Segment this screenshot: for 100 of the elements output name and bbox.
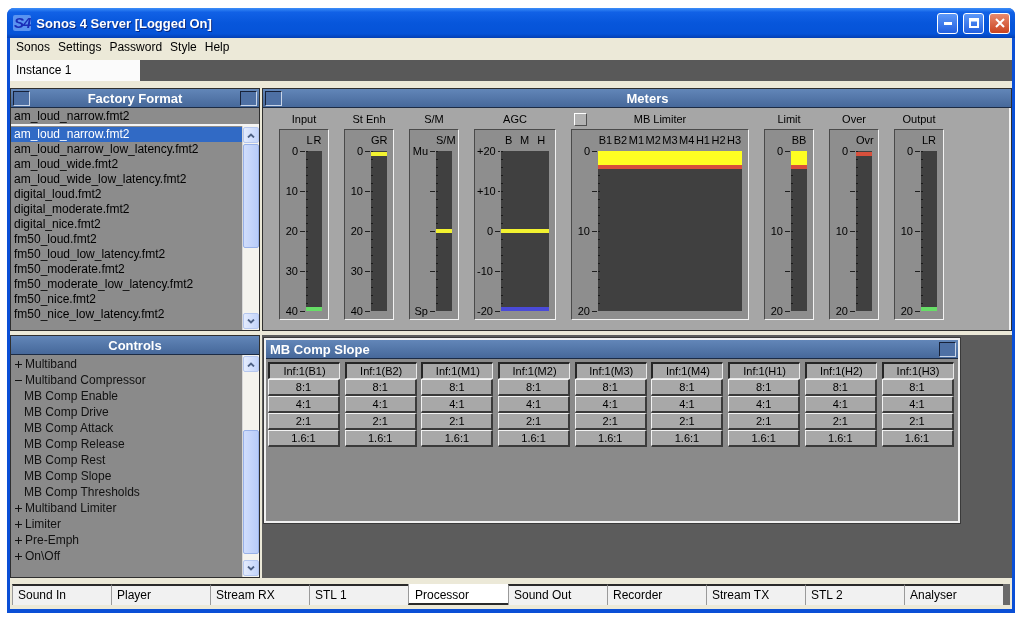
checkbox[interactable] xyxy=(574,112,587,126)
format-field[interactable]: am_loud_narrow.fmt2 xyxy=(11,108,259,126)
ratio-button[interactable]: 8:1 xyxy=(268,379,340,396)
list-item[interactable]: digital_moderate.fmt2 xyxy=(11,202,242,217)
ratio-button[interactable]: 4:1 xyxy=(728,396,801,413)
ratio-button[interactable]: 1.6:1 xyxy=(344,430,417,447)
ratio-button[interactable]: Inf:1(B1) xyxy=(268,362,340,379)
list-item[interactable]: fm50_nice_low_latency.fmt2 xyxy=(11,307,242,322)
section-tab[interactable]: Player xyxy=(111,584,210,605)
panel-square-button[interactable] xyxy=(240,90,257,106)
tree-item[interactable]: MB Comp Drive xyxy=(11,404,242,420)
list-item[interactable]: am_loud_wide.fmt2 xyxy=(11,157,242,172)
ratio-button[interactable]: 2:1 xyxy=(728,413,801,430)
ratio-button[interactable]: 8:1 xyxy=(728,379,801,396)
panel-square-button[interactable] xyxy=(13,90,30,106)
section-tab[interactable]: Processor xyxy=(408,584,508,605)
ratio-button[interactable]: 8:1 xyxy=(421,379,494,396)
scroll-up-button[interactable] xyxy=(243,356,259,372)
tree-item[interactable]: MB Comp Slope xyxy=(11,468,242,484)
panel-square-button[interactable] xyxy=(939,341,956,357)
section-tab[interactable]: STL 1 xyxy=(309,584,408,605)
list-item[interactable]: fm50_loud_low_latency.fmt2 xyxy=(11,247,242,262)
ratio-button[interactable]: 1.6:1 xyxy=(421,430,494,447)
scrollbar-thumb[interactable] xyxy=(243,430,259,555)
scrollbar[interactable] xyxy=(242,355,259,577)
section-tab[interactable]: Stream RX xyxy=(210,584,309,605)
ratio-button[interactable]: 4:1 xyxy=(268,396,340,413)
list-item[interactable]: fm50_nice.fmt2 xyxy=(11,292,242,307)
ratio-button[interactable]: Inf:1(H3) xyxy=(881,362,954,379)
list-item[interactable]: am_loud_wide_low_latency.fmt2 xyxy=(11,172,242,187)
ratio-button[interactable]: 1.6:1 xyxy=(881,430,954,447)
ratio-button[interactable]: 1.6:1 xyxy=(268,430,340,447)
tree-item[interactable]: Multiband xyxy=(11,356,242,372)
ratio-button[interactable]: 8:1 xyxy=(574,379,647,396)
list-item[interactable]: fm50_loud.fmt2 xyxy=(11,232,242,247)
ratio-button[interactable]: 4:1 xyxy=(651,396,724,413)
list-item[interactable]: fm50_moderate.fmt2 xyxy=(11,262,242,277)
tree-item[interactable]: MB Comp Thresholds xyxy=(11,484,242,500)
ratio-button[interactable]: Inf:1(M4) xyxy=(651,362,724,379)
ratio-button[interactable]: 1.6:1 xyxy=(574,430,647,447)
scroll-up-button[interactable] xyxy=(243,127,259,143)
ratio-button[interactable]: 1.6:1 xyxy=(728,430,801,447)
ratio-button[interactable]: Inf:1(H1) xyxy=(728,362,801,379)
ratio-button[interactable]: 2:1 xyxy=(804,413,877,430)
ratio-button[interactable]: 2:1 xyxy=(344,413,417,430)
list-item[interactable]: digital_nice.fmt2 xyxy=(11,217,242,232)
menu-item[interactable]: Help xyxy=(200,39,234,54)
list-item[interactable]: am_loud_narrow_low_latency.fmt2 xyxy=(11,142,242,157)
tree-item[interactable]: MB Comp Enable xyxy=(11,388,242,404)
ratio-button[interactable]: Inf:1(B2) xyxy=(344,362,417,379)
ratio-button[interactable]: 2:1 xyxy=(881,413,954,430)
ratio-button[interactable]: Inf:1(M3) xyxy=(574,362,647,379)
scroll-down-button[interactable] xyxy=(243,560,259,576)
ratio-button[interactable]: 2:1 xyxy=(498,413,571,430)
scrollbar-thumb[interactable] xyxy=(243,144,259,248)
ratio-button[interactable]: 2:1 xyxy=(574,413,647,430)
ratio-button[interactable]: 1.6:1 xyxy=(651,430,724,447)
ratio-button[interactable]: 2:1 xyxy=(421,413,494,430)
ratio-button[interactable]: 8:1 xyxy=(498,379,571,396)
ratio-button[interactable]: 8:1 xyxy=(881,379,954,396)
ratio-button[interactable]: 8:1 xyxy=(651,379,724,396)
minimize-button[interactable] xyxy=(937,12,958,34)
section-tab[interactable]: STL 2 xyxy=(805,584,904,605)
tree-item[interactable]: Multiband Limiter xyxy=(11,500,242,516)
ratio-button[interactable]: 4:1 xyxy=(804,396,877,413)
maximize-button[interactable] xyxy=(963,12,984,34)
ratio-button[interactable]: 8:1 xyxy=(344,379,417,396)
list-item[interactable]: am_loud_narrow.fmt2 xyxy=(11,127,242,142)
ratio-button[interactable]: 1.6:1 xyxy=(804,430,877,447)
tree-item[interactable]: MB Comp Attack xyxy=(11,420,242,436)
ratio-button[interactable]: 2:1 xyxy=(651,413,724,430)
section-tab[interactable]: Sound Out xyxy=(508,584,607,605)
scrollbar[interactable] xyxy=(242,126,259,330)
ratio-button[interactable]: 4:1 xyxy=(881,396,954,413)
panel-square-button[interactable] xyxy=(265,90,282,106)
tree-item[interactable]: MB Comp Rest xyxy=(11,452,242,468)
ratio-button[interactable]: 4:1 xyxy=(421,396,494,413)
ratio-button[interactable]: 4:1 xyxy=(574,396,647,413)
ratio-button[interactable]: Inf:1(M2) xyxy=(498,362,571,379)
section-tab[interactable]: Analyser xyxy=(904,584,1003,605)
menu-item[interactable]: Style xyxy=(166,39,201,54)
tree-item[interactable]: Pre-Emph xyxy=(11,532,242,548)
list-item[interactable]: fm50_moderate_low_latency.fmt2 xyxy=(11,277,242,292)
close-button[interactable] xyxy=(989,12,1010,34)
menu-item[interactable]: Password xyxy=(105,39,167,54)
section-tab[interactable]: Recorder xyxy=(607,584,706,605)
section-tab[interactable]: Stream TX xyxy=(706,584,805,605)
tree-item[interactable]: Limiter xyxy=(11,516,242,532)
list-item[interactable]: digital_loud.fmt2 xyxy=(11,187,242,202)
tree-item[interactable]: Multiband Compressor xyxy=(11,372,242,388)
ratio-button[interactable]: Inf:1(H2) xyxy=(804,362,877,379)
ratio-button[interactable]: 1.6:1 xyxy=(498,430,571,447)
tree-item[interactable]: MB Comp Release xyxy=(11,436,242,452)
scroll-down-button[interactable] xyxy=(243,313,259,329)
ratio-button[interactable]: 8:1 xyxy=(804,379,877,396)
tree-item[interactable]: On\Off xyxy=(11,548,242,564)
ratio-button[interactable]: 4:1 xyxy=(344,396,417,413)
menu-item[interactable]: Sonos xyxy=(12,39,55,54)
ratio-button[interactable]: 2:1 xyxy=(268,413,340,430)
menu-item[interactable]: Settings xyxy=(54,39,106,54)
